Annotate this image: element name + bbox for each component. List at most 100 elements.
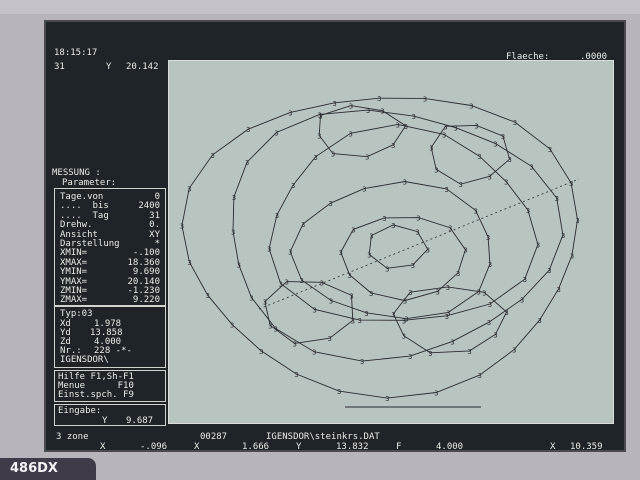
contour-marker: 3 xyxy=(329,297,333,305)
contour-line xyxy=(181,97,578,399)
contour-marker: 3 xyxy=(358,317,362,325)
contour-marker: 3 xyxy=(426,246,430,254)
param-label: ZMAX= xyxy=(60,295,88,306)
contour-marker: 3 xyxy=(318,112,322,120)
contour-marker: 3 xyxy=(477,289,481,297)
contour-marker: 3 xyxy=(313,306,317,314)
status-x1-value: -.096 xyxy=(140,442,168,452)
plot-area[interactable]: 3 3 3 3 3 3 3 3 3 3 3 3 3 3 3 3 3 3 3 3 3 3 3 3 3 3 3 3 3 3 3 3 3 3 3 3 3 3 3 3… xyxy=(168,60,614,424)
contour-marker: 3 xyxy=(463,247,467,255)
contour-marker: 3 xyxy=(313,154,317,162)
contour-marker: 3 xyxy=(249,294,253,302)
status-f-label: F xyxy=(396,442,402,452)
contour-marker: 3 xyxy=(404,123,408,131)
contour-marker: 3 xyxy=(474,122,478,130)
param-row: ZMAX= 9.220 xyxy=(60,295,160,305)
contour-marker: 3 xyxy=(526,207,530,215)
contour-marker: 3 xyxy=(423,95,427,103)
eingabe-y-label: Y xyxy=(102,416,108,426)
status-x2-value: 1.666 xyxy=(242,442,270,452)
contour-marker: 3 xyxy=(555,195,559,203)
contour-marker: 3 xyxy=(488,173,492,181)
contour-marker: 3 xyxy=(187,185,191,193)
contour-marker: 3 xyxy=(291,182,295,190)
contour-marker: 3 xyxy=(246,126,250,134)
contour-marker: 3 xyxy=(459,181,463,189)
eingabe-value: 9.687 xyxy=(126,416,154,426)
contour-marker: 3 xyxy=(367,251,371,259)
contour-marker: 3 xyxy=(416,215,420,223)
contour-marker: 3 xyxy=(415,229,419,237)
contour-marker: 3 xyxy=(434,389,438,397)
contour-marker: 3 xyxy=(530,163,534,171)
einst-key[interactable]: Einst.spch. F9 xyxy=(58,390,134,400)
contour-marker: 3 xyxy=(488,261,492,269)
status-file: IGENSDOR\steinkrs.DAT xyxy=(266,432,380,442)
contour-marker: 3 xyxy=(505,309,509,317)
contour-marker: 3 xyxy=(411,262,415,270)
contour-marker: 3 xyxy=(520,296,524,304)
contour-marker: 3 xyxy=(360,358,364,366)
model-badge-text: 486DX xyxy=(10,461,58,476)
contour-marker: 3 xyxy=(487,319,491,327)
bezel-top-edge xyxy=(0,0,640,14)
place-label: IGENSDOR\ xyxy=(60,355,109,365)
contour-marker: 3 xyxy=(391,142,395,150)
contour-marker: 3 xyxy=(477,153,481,161)
messung-title: MESSUNG : xyxy=(52,168,101,178)
contour-marker: 3 xyxy=(369,290,373,298)
y-label: Y xyxy=(106,62,112,72)
status-f-value: 4.000 xyxy=(436,442,464,452)
contour-marker: 3 xyxy=(294,371,298,379)
contour-marker: 3 xyxy=(268,322,272,330)
contour-marker: 3 xyxy=(557,286,561,294)
contour-marker: 3 xyxy=(396,121,400,129)
contour-marker: 3 xyxy=(267,246,271,254)
contour-marker: 3 xyxy=(508,156,512,164)
contour-marker: 3 xyxy=(349,103,353,111)
contour-marker: 3 xyxy=(468,348,472,356)
contour-marker: 3 xyxy=(337,388,341,396)
contour-marker: 3 xyxy=(442,131,446,139)
contour-marker: 3 xyxy=(301,221,305,229)
contour-marker: 3 xyxy=(237,261,241,269)
contour-marker: 3 xyxy=(482,289,486,297)
contour-marker: 3 xyxy=(385,265,389,273)
contour-marker: 3 xyxy=(328,335,332,343)
contour-marker: 3 xyxy=(232,194,236,202)
contour-marker: 3 xyxy=(570,253,574,261)
contour-line xyxy=(289,181,491,320)
contour-marker: 3 xyxy=(365,154,369,162)
status-zone: 3 zone xyxy=(56,432,89,442)
contour-marker: 3 xyxy=(339,249,343,257)
contour-marker: 3 xyxy=(274,129,278,137)
contour-marker: 3 xyxy=(493,140,497,148)
time-readout: 18:15:17 xyxy=(54,48,98,58)
contour-marker: 3 xyxy=(312,349,316,357)
status-y-label: Y xyxy=(296,442,302,452)
contour-marker: 3 xyxy=(443,123,447,131)
eingabe-label: Eingabe: xyxy=(58,406,102,416)
contour-marker: 3 xyxy=(436,288,440,296)
status-x1-label: X xyxy=(100,442,106,452)
contour-marker: 3 xyxy=(486,234,490,242)
status-x3-value: 10.359 xyxy=(570,442,603,452)
contour-marker: 3 xyxy=(293,340,297,348)
contour-marker: 3 xyxy=(231,228,235,236)
contour-marker: 3 xyxy=(230,321,234,329)
contour-marker: 3 xyxy=(429,144,433,152)
contour-marker: 3 xyxy=(351,317,355,325)
status-x3-label: X xyxy=(550,442,556,452)
contour-marker: 3 xyxy=(456,270,460,278)
contour-marker: 3 xyxy=(404,316,408,324)
contour-marker: 3 xyxy=(285,279,289,287)
contour-marker: 3 xyxy=(180,223,184,231)
contour-marker: 3 xyxy=(408,289,412,297)
contour-marker: 3 xyxy=(364,310,368,318)
status-y-value: 13.832 xyxy=(336,442,369,452)
contour-marker: 3 xyxy=(210,152,214,160)
contour-marker: 3 xyxy=(446,309,450,317)
row-counter: 31 xyxy=(54,62,65,72)
param-value: 9.220 xyxy=(132,295,160,306)
contour-marker: 3 xyxy=(331,151,335,159)
